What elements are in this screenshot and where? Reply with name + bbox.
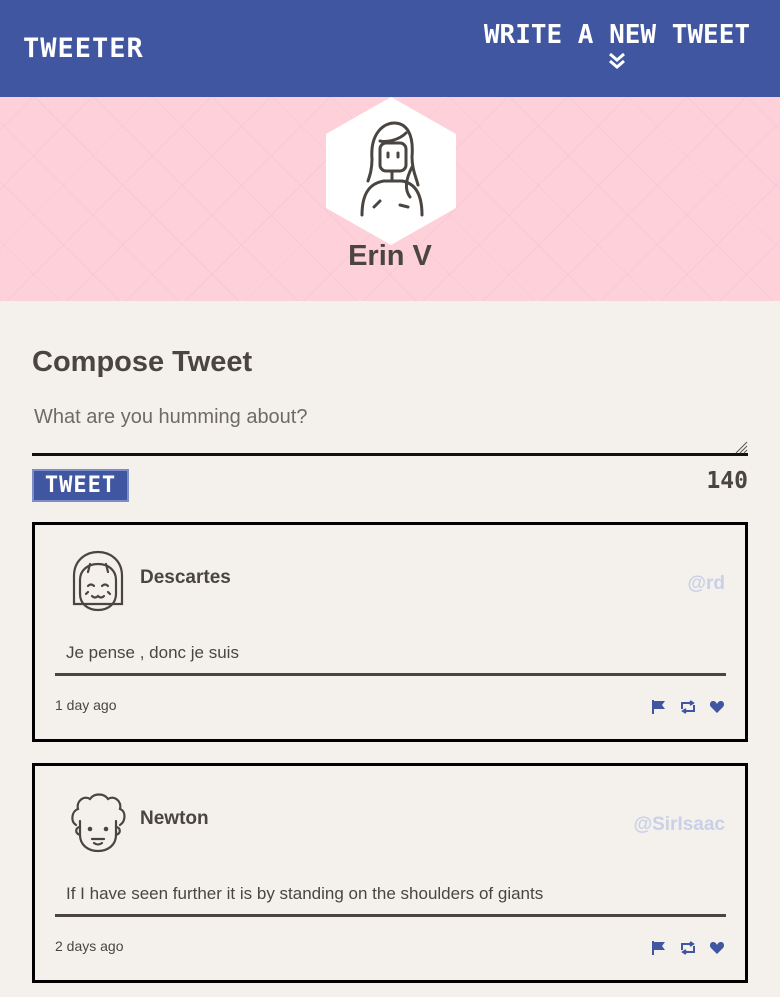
top-nav: Tweeter Write a new tweet — [0, 0, 780, 97]
flag-icon[interactable] — [651, 699, 667, 715]
retweet-icon[interactable] — [680, 940, 696, 956]
tweet-divider — [55, 673, 726, 676]
character-counter: 140 — [706, 468, 748, 494]
tweet-author-handle[interactable]: @rd — [687, 573, 725, 595]
heart-icon[interactable] — [709, 699, 725, 715]
girl-avatar-icon — [72, 550, 124, 612]
tweet-actions — [651, 940, 725, 956]
tweet-author-handle[interactable]: @SirIsaac — [634, 814, 725, 836]
tweet-divider — [55, 914, 726, 917]
profile-name: Erin V — [348, 240, 432, 272]
flag-icon[interactable] — [651, 940, 667, 956]
tweet-timestamp: 2 days ago — [55, 938, 124, 954]
resize-grip-icon[interactable] — [734, 440, 748, 454]
curly-hair-avatar-icon — [71, 793, 126, 853]
profile-header: Erin V — [0, 97, 780, 301]
tweet-card: Newton @SirIsaac If I have seen further … — [32, 763, 748, 983]
tweet-submit-button[interactable]: Tweet — [32, 469, 129, 502]
heart-icon[interactable] — [709, 940, 725, 956]
tweet-text: If I have seen further it is by standing… — [66, 884, 544, 903]
double-chevron-down-icon — [608, 52, 625, 69]
brand-logo[interactable]: Tweeter — [23, 33, 144, 64]
tweet-text: Je pense , donc je suis — [66, 643, 239, 662]
tweet-actions — [651, 699, 725, 715]
retweet-icon[interactable] — [680, 699, 696, 715]
tweet-author-name: Descartes — [140, 567, 231, 588]
write-new-tweet-button[interactable]: Write a new tweet — [484, 20, 750, 70]
tweet-timestamp: 1 day ago — [55, 697, 117, 713]
woman-avatar-icon — [326, 97, 456, 245]
compose-title: Compose Tweet — [32, 346, 253, 378]
tweet-author-name: Newton — [140, 808, 209, 829]
write-new-tweet-label: Write a new tweet — [483, 20, 750, 50]
tweet-card: Descartes @rd Je pense , donc je suis 1 … — [32, 522, 748, 742]
tweet-input[interactable] — [32, 400, 748, 456]
